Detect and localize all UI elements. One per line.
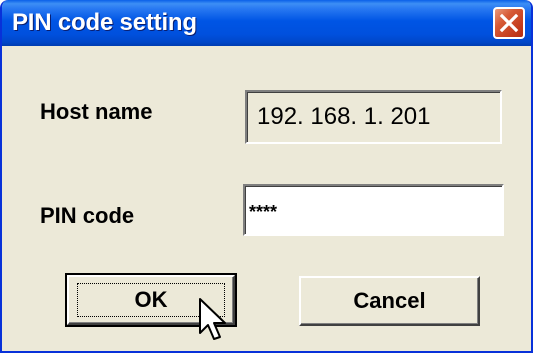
close-button[interactable] xyxy=(493,7,525,39)
pin-code-label: PIN code xyxy=(40,203,135,228)
close-icon xyxy=(499,13,519,33)
dialog-window: PIN code setting Host name 192. 168. 1. … xyxy=(0,0,533,353)
pin-code-input[interactable] xyxy=(243,184,504,236)
window-title: PIN code setting xyxy=(12,9,197,36)
cancel-button-label: Cancel xyxy=(353,288,426,313)
mouse-pointer-icon xyxy=(199,298,226,340)
host-name-label: Host name xyxy=(40,99,153,124)
host-name-field: 192. 168. 1. 201 xyxy=(245,90,502,144)
host-name-value: 192. 168. 1. 201 xyxy=(257,103,431,130)
title-bar[interactable]: PIN code setting xyxy=(2,0,531,46)
cancel-button[interactable]: Cancel xyxy=(299,276,480,326)
